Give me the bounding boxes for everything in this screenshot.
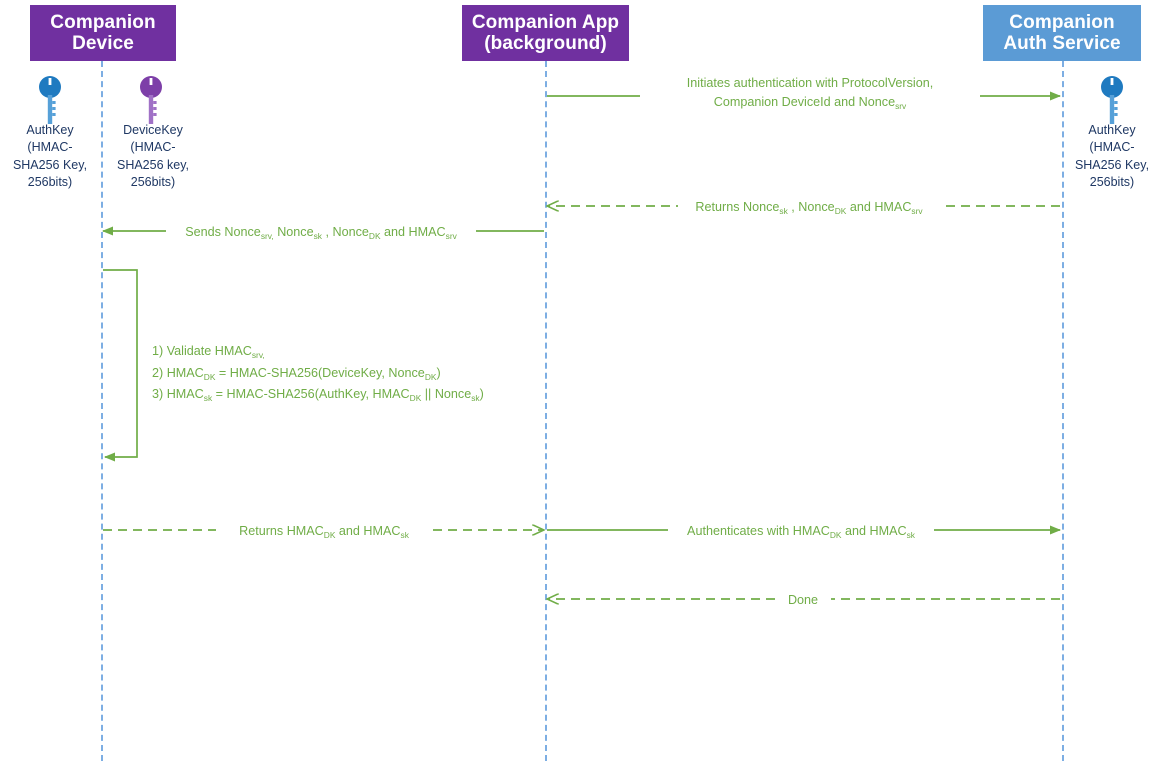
sequence-diagram-canvas: Companion Device Companion App (backgrou… bbox=[0, 0, 1172, 768]
actor-title-line1: Companion bbox=[1009, 11, 1115, 33]
self-message-loop-device bbox=[103, 269, 138, 462]
key-label-line: SHA256 Key, bbox=[1074, 157, 1150, 172]
key-label-line: (HMAC- bbox=[27, 140, 73, 155]
message-label-line1: Returns HMACDK and HMACsk bbox=[239, 524, 409, 540]
key-label-line: SHA256 Key, bbox=[12, 157, 88, 172]
key-label-line: (HMAC- bbox=[130, 140, 176, 155]
key-icon bbox=[140, 76, 162, 124]
actor-header-companion-app[interactable]: Companion App (background) bbox=[462, 5, 629, 61]
key-label-device-devicekey: DeviceKey (HMAC- SHA256 key, 256bits) bbox=[103, 122, 203, 191]
message-label-line1: Initiates authentication with ProtocolVe… bbox=[686, 76, 934, 90]
self-message-step: 2) HMACDK = HMAC-SHA256(DeviceKey, Nonce… bbox=[152, 365, 441, 382]
key-label-line: AuthKey bbox=[1088, 123, 1136, 137]
key-label-line: 256bits) bbox=[27, 174, 73, 189]
key-icon bbox=[39, 76, 61, 124]
message-label-initiates-authentication: Initiates authentication with ProtocolVe… bbox=[640, 74, 980, 112]
lifeline-companion-app bbox=[545, 61, 547, 761]
message-label-line1: Sends Noncesrv, Noncesk , NonceDK and HM… bbox=[185, 225, 457, 241]
key-label-line: AuthKey bbox=[26, 123, 74, 137]
key-label-line: 256bits) bbox=[130, 174, 176, 189]
key-label-service-authkey: AuthKey (HMAC- SHA256 Key, 256bits) bbox=[1062, 122, 1162, 191]
message-label-line1: Returns Noncesk , NonceDK and HMACsrv bbox=[695, 200, 923, 216]
key-label-line: DeviceKey bbox=[123, 123, 183, 137]
message-label-returns-nonces: Returns Noncesk , NonceDK and HMACsrv bbox=[678, 198, 940, 217]
key-label-line: SHA256 key, bbox=[116, 157, 190, 172]
key-label-line: 256bits) bbox=[1089, 174, 1135, 189]
self-message-steps: 1) Validate HMACsrv, 2) HMACDK = HMAC-SH… bbox=[152, 341, 484, 406]
self-message-step: 1) Validate HMACsrv, bbox=[152, 344, 265, 360]
actor-header-companion-device[interactable]: Companion Device bbox=[30, 5, 176, 61]
message-label-line2: Companion DeviceId and Noncesrv bbox=[713, 94, 907, 111]
message-label-line1: Done bbox=[787, 593, 819, 607]
key-icon bbox=[1101, 76, 1123, 124]
message-label-sends-nonces: Sends Noncesrv, Noncesk , NonceDK and HM… bbox=[166, 223, 476, 242]
key-label-line: (HMAC- bbox=[1089, 140, 1135, 155]
key-label-device-authkey: AuthKey (HMAC- SHA256 Key, 256bits) bbox=[0, 122, 100, 191]
actor-title-line1: Companion bbox=[50, 11, 156, 33]
actor-title-line2: (background) bbox=[484, 33, 607, 54]
actor-title-line2: Device bbox=[72, 33, 134, 54]
message-label-authenticates-with-hmacs: Authenticates with HMACDK and HMACsk bbox=[668, 522, 934, 541]
self-message-step: 3) HMACsk = HMAC-SHA256(AuthKey, HMACDK … bbox=[152, 387, 484, 404]
actor-title-line2: Auth Service bbox=[1003, 33, 1121, 54]
actor-title-line1: Companion App bbox=[471, 11, 620, 33]
message-label-done: Done bbox=[775, 591, 831, 610]
message-label-returns-hmacs: Returns HMACDK and HMACsk bbox=[216, 522, 432, 541]
actor-header-companion-auth-service[interactable]: Companion Auth Service bbox=[983, 5, 1141, 61]
message-label-line1: Authenticates with HMACDK and HMACsk bbox=[687, 524, 915, 540]
